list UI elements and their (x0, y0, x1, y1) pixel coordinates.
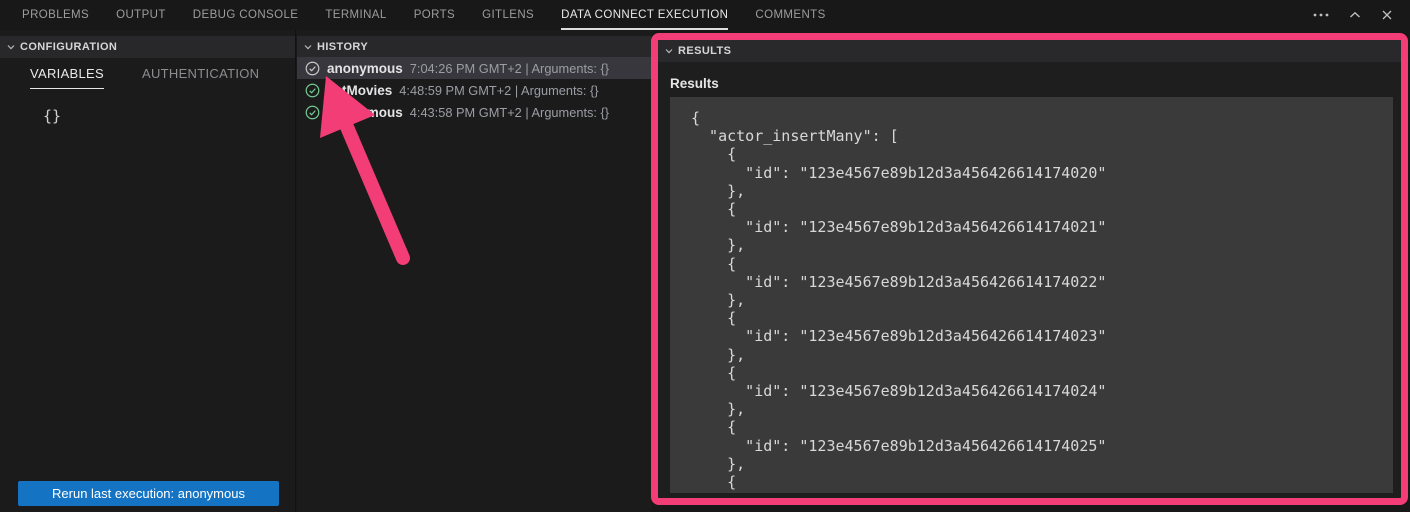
check-circle-icon (305, 105, 320, 120)
configuration-title: CONFIGURATION (20, 41, 117, 53)
results-title: RESULTS (678, 45, 731, 57)
configuration-panel: CONFIGURATION VARIABLES AUTHENTICATION {… (0, 30, 296, 512)
history-item-name: listMovies (327, 83, 392, 98)
check-circle-icon (305, 83, 320, 98)
chevron-down-icon (303, 42, 313, 52)
tab-terminal[interactable]: TERMINAL (325, 0, 386, 30)
panel-controls (1313, 0, 1410, 30)
history-title: HISTORY (317, 41, 368, 53)
history-list: anonymous 7:04:26 PM GMT+2 | Arguments: … (297, 57, 651, 123)
tab-variables[interactable]: VARIABLES (30, 66, 104, 89)
close-icon[interactable] (1381, 9, 1393, 21)
tab-output[interactable]: OUTPUT (116, 0, 166, 30)
configuration-tabs: VARIABLES AUTHENTICATION (30, 66, 259, 89)
chevron-down-icon (664, 46, 674, 56)
chevron-down-icon (6, 42, 16, 52)
results-json-output: { "actor_insertMany": [ { "id": "123e456… (670, 97, 1393, 493)
history-row[interactable]: anonymous 7:04:26 PM GMT+2 | Arguments: … (297, 57, 651, 79)
results-section-header[interactable]: RESULTS (658, 40, 1401, 62)
results-body: Results { "actor_insertMany": [ { "id": … (658, 62, 1401, 498)
tab-debug-console[interactable]: DEBUG CONSOLE (193, 0, 299, 30)
history-item-meta: 4:43:58 PM GMT+2 | Arguments: {} (410, 105, 609, 120)
chevron-up-icon[interactable] (1349, 11, 1361, 19)
history-row[interactable]: anonymous 4:43:58 PM GMT+2 | Arguments: … (297, 101, 651, 123)
tab-authentication[interactable]: AUTHENTICATION (142, 66, 259, 89)
history-item-meta: 7:04:26 PM GMT+2 | Arguments: {} (410, 61, 609, 76)
history-section-header[interactable]: HISTORY (297, 36, 651, 58)
results-json-text: { "actor_insertMany": [ { "id": "123e456… (691, 109, 1393, 493)
tab-problems[interactable]: PROBLEMS (22, 0, 89, 30)
history-item-meta: 4:48:59 PM GMT+2 | Arguments: {} (399, 83, 598, 98)
check-circle-icon (305, 61, 320, 76)
history-row[interactable]: listMovies 4:48:59 PM GMT+2 | Arguments:… (297, 79, 651, 101)
history-panel: HISTORY anonymous 7:04:26 PM GMT+2 | Arg… (297, 30, 651, 512)
history-item-name: anonymous (327, 61, 403, 76)
panel-tabbar: PROBLEMS OUTPUT DEBUG CONSOLE TERMINAL P… (0, 0, 1410, 30)
more-icon[interactable] (1313, 13, 1329, 17)
results-label: Results (670, 76, 1393, 91)
results-highlight-annotation: RESULTS Results { "actor_insertMany": [ … (651, 33, 1408, 505)
history-item-name: anonymous (327, 105, 403, 120)
rerun-last-execution-button[interactable]: Rerun last execution: anonymous (18, 481, 279, 506)
tab-ports[interactable]: PORTS (414, 0, 455, 30)
variables-editor[interactable]: {} (43, 107, 61, 125)
configuration-section-header[interactable]: CONFIGURATION (0, 36, 295, 58)
tab-gitlens[interactable]: GITLENS (482, 0, 534, 30)
panel-body: CONFIGURATION VARIABLES AUTHENTICATION {… (0, 30, 1410, 512)
tab-comments[interactable]: COMMENTS (755, 0, 825, 30)
tab-data-connect-execution[interactable]: DATA CONNECT EXECUTION (561, 0, 728, 30)
